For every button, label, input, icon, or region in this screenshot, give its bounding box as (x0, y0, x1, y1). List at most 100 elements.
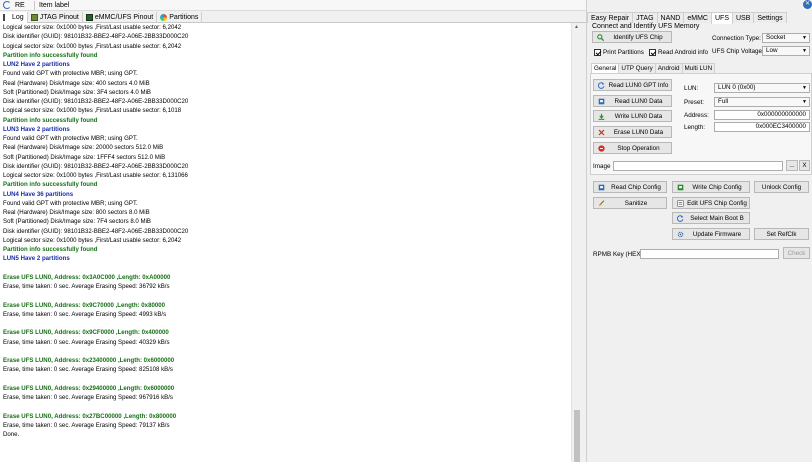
stop-icon (598, 145, 605, 152)
lun-select[interactable]: LUN 0 (0x00) ▼ (714, 83, 810, 93)
log-line: LUN2 Have 2 partitions (3, 61, 70, 68)
subtab-utp-query[interactable]: UTP Query (618, 63, 656, 73)
stop-operation-label: Stop Operation (617, 144, 660, 152)
check-button[interactable]: Check (783, 247, 810, 259)
tab-jtag[interactable]: JTAG (632, 12, 658, 23)
tab-ufs[interactable]: UFS (710, 12, 733, 24)
write-chip-config-label: Write Chip Config (692, 183, 742, 191)
clear-image-button[interactable]: X (799, 160, 810, 171)
item-label: Item label (39, 1, 70, 9)
log-line: Erase UFS LUN0, Address: 0x27BC00000 ,Le… (3, 412, 177, 420)
log-tabbar: Log JTAG Pinout eMMC/UFS Pinout Partitio… (0, 11, 587, 23)
tab-easy-repair[interactable]: Easy Repair (587, 12, 634, 23)
log-line: Partition info successfully found (3, 51, 98, 59)
right-tabs: Easy Repair JTAG NAND eMMC UFS USB Settings (587, 12, 787, 24)
log-output[interactable]: Logical sector size: 0x1000 bytes ,First… (0, 23, 571, 462)
search-icon (597, 34, 604, 41)
tab-usb[interactable]: USB (731, 12, 755, 23)
identify-ufs-button[interactable]: Identify UFS Chip (592, 31, 672, 43)
subtab-android[interactable]: Android (654, 63, 683, 73)
print-partitions-checkbox[interactable]: Print Partitions (594, 49, 644, 56)
log-line: Logical sector size: 0x1000 bytes ,First… (3, 42, 182, 50)
image-path-input[interactable] (613, 161, 783, 171)
log-line: Erase UFS LUN0, Address: 0x29400000 ,Len… (3, 384, 175, 392)
chevron-down-icon: ▼ (802, 48, 807, 54)
unlock-config-button[interactable]: Unlock Config (754, 181, 809, 193)
image-label: Image (593, 163, 611, 170)
log-scrollbar[interactable]: ▲ (571, 23, 581, 462)
tab-emmc[interactable]: eMMC (683, 12, 712, 23)
write-data-button[interactable]: Write LUN0 Data (593, 110, 672, 122)
chevron-down-icon: ▼ (802, 85, 807, 91)
erase-data-label: Erase LUN0 Data (613, 128, 664, 136)
log-line: Erase, time taken: 0 sec. Average Erasin… (3, 394, 173, 401)
length-label: Length: (684, 124, 706, 131)
log-line: Disk identifier (GUID): 98101B32-BBE2-48… (3, 98, 189, 105)
log-line: Erase, time taken: 0 sec. Average Erasin… (3, 366, 173, 374)
log-line: LUN5 Have 2 partitions (3, 255, 70, 263)
log-line: Erase, time taken: 0 sec. Average Erasin… (3, 310, 167, 318)
length-input[interactable]: 0x000EC3400000 (714, 122, 810, 132)
log-line: Found valid GPT with protective MBR; usi… (3, 135, 138, 142)
tab-partitions[interactable]: Partitions (157, 11, 203, 23)
read-chip-config-label: Read Chip Config (611, 183, 661, 191)
log-line: Real (Hardware) Disk/Image size: 20000 s… (3, 144, 164, 152)
log-line: Erase, time taken: 0 sec. Average Erasin… (3, 421, 170, 429)
rpmb-key-label: RPMB Key (HEX): (593, 251, 645, 258)
log-line: Logical sector size: 0x1000 bytes ,First… (3, 172, 188, 179)
log-line: Disk identifier (GUID): 98101B32-BBE2-48… (3, 162, 189, 170)
broom-icon (598, 200, 605, 207)
connection-type-select[interactable]: Socket ▼ (762, 33, 810, 43)
re-button[interactable]: RE (0, 1, 30, 9)
update-firmware-button[interactable]: Update Firmware (672, 228, 750, 240)
read-icon (598, 184, 605, 191)
edit-chip-config-button[interactable]: Edit UFS Chip Config (672, 197, 750, 209)
write-data-label: Write LUN0 Data (614, 112, 663, 120)
log-line: LUN3 Have 2 partitions (3, 125, 70, 133)
update-firmware-label: Update Firmware (692, 230, 742, 238)
erase-data-button[interactable]: Erase LUN0 Data (593, 126, 672, 138)
log-line: Real (Hardware) Disk/Image size: 800 sec… (3, 209, 150, 216)
jtag-pinout-icon (30, 13, 38, 21)
tab-log[interactable]: Log (0, 11, 28, 23)
subtab-general[interactable]: General (591, 63, 620, 73)
stop-operation-button[interactable]: Stop Operation (593, 142, 672, 154)
log-line: Disk identifier (GUID): 98101B32-BBE2-48… (3, 227, 189, 235)
select-main-boot-button[interactable]: Select Main Boot B (672, 212, 750, 224)
read-gpt-label: Read LUN0 GPT Info (608, 81, 669, 89)
browse-button[interactable]: ... (786, 160, 798, 171)
identify-ufs-label: Identify UFS Chip (613, 33, 663, 41)
scroll-thumb[interactable] (574, 410, 580, 462)
checkbox-box (649, 49, 656, 56)
read-chip-config-button[interactable]: Read Chip Config (593, 181, 667, 193)
connection-type-label: Connection Type: (712, 35, 761, 42)
log-line: Erase UFS LUN0, Address: 0x9CF0000 ,Leng… (3, 329, 169, 337)
tab-emmc-ufs-pinout[interactable]: eMMC/UFS Pinout (83, 11, 158, 23)
subtab-multi-lun[interactable]: Multi LUN (681, 63, 716, 73)
read-gpt-button[interactable]: Read LUN0 GPT Info (593, 79, 672, 91)
log-gap (0, 347, 571, 356)
preset-select[interactable]: Full ▼ (714, 97, 810, 107)
edit-icon (677, 200, 684, 207)
sanitize-button[interactable]: Sanitize (593, 197, 667, 209)
partitions-icon (160, 13, 168, 21)
address-input[interactable]: 0x000000000000 (714, 110, 810, 120)
pinout-icon (85, 13, 93, 21)
log-line: Done. (3, 431, 20, 438)
tab-nand[interactable]: NAND (656, 12, 685, 23)
rpmb-key-input[interactable] (640, 249, 779, 259)
read-data-button[interactable]: Read LUN0 Data (593, 95, 672, 107)
set-refclk-button[interactable]: Set RefClk (754, 228, 809, 240)
download-icon (598, 113, 605, 120)
read-android-info-checkbox[interactable]: Read Android info (649, 49, 708, 56)
lun-value: LUN 0 (0x00) (718, 84, 756, 91)
write-chip-config-button[interactable]: Write Chip Config (672, 181, 750, 193)
close-icon[interactable]: ✕ (803, 0, 812, 9)
tab-settings[interactable]: Settings (753, 12, 787, 23)
chip-voltage-select[interactable]: Low ▼ (762, 46, 810, 56)
read-android-info-label: Read Android info (658, 49, 709, 56)
scroll-up-icon[interactable]: ▲ (572, 23, 581, 32)
re-label: RE (15, 1, 25, 9)
refresh-icon (677, 215, 684, 222)
tab-jtag-pinout[interactable]: JTAG Pinout (28, 11, 83, 23)
